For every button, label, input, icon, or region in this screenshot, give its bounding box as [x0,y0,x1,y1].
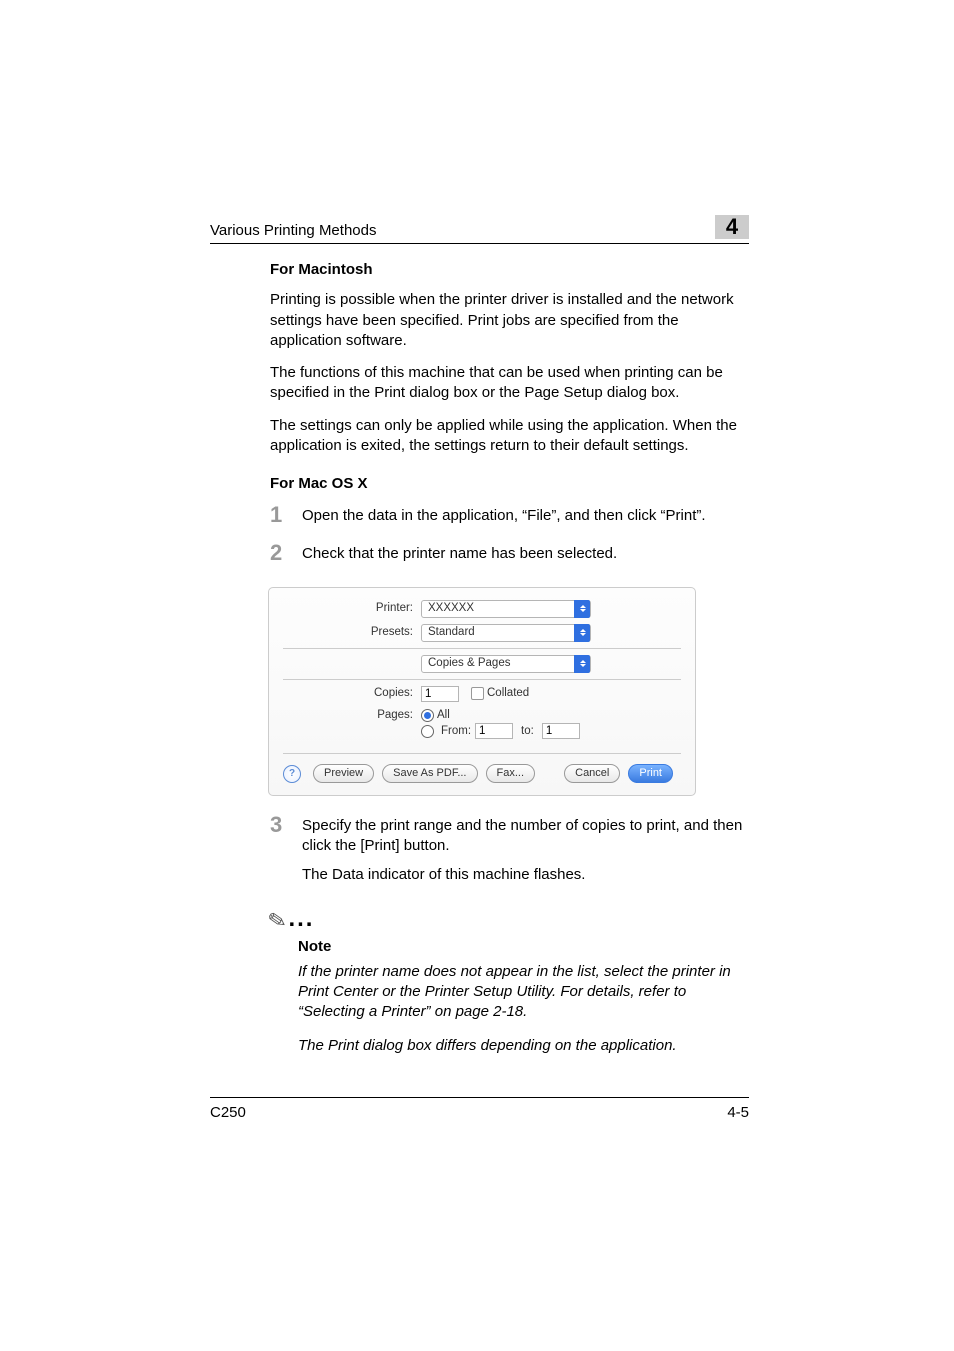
pages-label: Pages: [283,708,413,724]
pages-all-radio[interactable] [421,709,434,722]
step-text: Specify the print range and the number o… [302,816,749,857]
dropdown-arrows-icon [574,624,590,642]
heading-for-mac-os-x: For Mac OS X [270,474,749,494]
divider [283,648,681,649]
panel-select-value: Copies & Pages [428,656,510,672]
presets-select-value: Standard [428,625,475,641]
document-page: Various Printing Methods 4 For Macintosh… [0,0,954,1351]
note-block: ✎... Note If the printer name does not a… [268,903,749,1057]
step: 1 Open the data in the application, “Fil… [270,504,749,526]
pages-all-label: All [437,708,450,724]
page-footer: C250 4-5 [210,1097,749,1121]
chapter-number-badge: 4 [715,215,749,239]
print-button[interactable]: Print [628,764,673,783]
dialog-button-row: ? Preview Save As PDF... Fax... Cancel P… [283,753,681,783]
help-icon[interactable]: ? [283,765,301,783]
pages-from-label: From: [441,724,471,740]
dropdown-arrows-icon [574,600,590,618]
presets-select[interactable]: Standard [421,624,591,642]
to-input[interactable] [542,723,580,739]
step-number: 1 [270,504,302,526]
step-subtext: The Data indicator of this machine flash… [302,865,749,885]
footer-page-number: 4-5 [727,1104,749,1121]
collated-label: Collated [487,686,529,702]
preview-button[interactable]: Preview [313,764,374,783]
footer-model: C250 [210,1104,246,1121]
content-area: For Macintosh Printing is possible when … [270,260,749,1057]
step: 2 Check that the printer name has been s… [270,542,749,564]
copies-input[interactable] [421,686,459,702]
note-heading: Note [298,937,749,957]
running-title: Various Printing Methods [210,222,376,239]
numbered-step-list: 1 Open the data in the application, “Fil… [270,504,749,885]
to-label: to: [521,724,534,740]
divider [283,679,681,680]
step-number: 3 [270,814,302,836]
pencil-icon: ✎ [266,904,289,936]
fax-button[interactable]: Fax... [486,764,536,783]
note-body: If the printer name does not appear in t… [298,962,749,1023]
step-text: Open the data in the application, “File”… [302,504,706,526]
collated-checkbox[interactable] [471,687,484,700]
cancel-button[interactable]: Cancel [564,764,620,783]
paragraph: Printing is possible when the printer dr… [270,290,749,351]
step: 3 Specify the print range and the number… [270,814,749,885]
running-header: Various Printing Methods 4 [210,215,749,244]
paragraph: The functions of this machine that can b… [270,363,749,404]
print-dialog-figure: Printer: XXXXXX Presets: Standard [268,587,696,796]
copies-label: Copies: [283,686,413,702]
presets-label: Presets: [283,625,413,641]
printer-select[interactable]: XXXXXX [421,600,591,618]
dropdown-arrows-icon [574,655,590,673]
printer-select-value: XXXXXX [428,601,474,617]
paragraph: The settings can only be applied while u… [270,416,749,457]
note-body: The Print dialog box differs depending o… [298,1036,749,1056]
heading-for-macintosh: For Macintosh [270,260,749,280]
printer-label: Printer: [283,601,413,617]
step-number: 2 [270,542,302,564]
panel-select[interactable]: Copies & Pages [421,655,591,673]
step-text: Check that the printer name has been sel… [302,542,617,564]
save-as-pdf-button[interactable]: Save As PDF... [382,764,477,783]
from-input[interactable] [475,723,513,739]
pages-from-radio[interactable] [421,725,434,738]
ellipsis-icon: ... [288,905,314,932]
